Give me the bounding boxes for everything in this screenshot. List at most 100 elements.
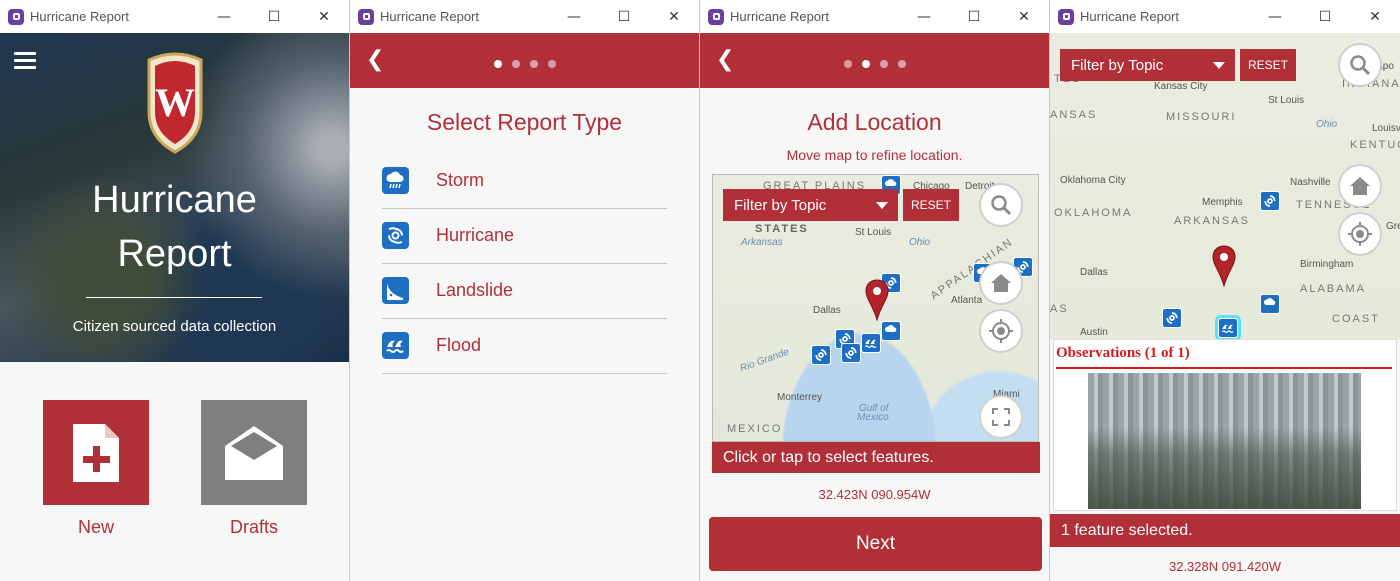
new-document-icon xyxy=(73,423,119,482)
filter-label: Filter by Topic xyxy=(734,196,827,214)
university-crest-logo: W xyxy=(147,52,203,154)
location-pin-icon[interactable] xyxy=(1212,245,1236,287)
hurricane-marker[interactable] xyxy=(811,345,831,365)
location-map[interactable]: GREAT PLAINS Chicago Detroit STATES St L… xyxy=(712,174,1039,442)
coordinates-readout: 32.423N 090.954W xyxy=(818,487,931,502)
hurricane-marker[interactable] xyxy=(1260,191,1280,211)
search-button[interactable] xyxy=(1338,43,1382,87)
close-button[interactable]: ✕ xyxy=(299,9,349,25)
search-button[interactable] xyxy=(979,183,1023,227)
app-icon xyxy=(358,8,374,25)
search-icon xyxy=(991,195,1012,216)
flood-icon xyxy=(382,332,409,359)
report-type-landslide[interactable]: Landslide xyxy=(382,264,667,319)
fullscreen-button[interactable] xyxy=(979,395,1023,439)
minimize-button[interactable]: — xyxy=(1250,9,1300,25)
page-dot-3 xyxy=(879,60,888,68)
observation-popup: Observations (1 of 1) xyxy=(1053,339,1397,511)
hero-divider xyxy=(86,297,262,298)
hero-banner: W Hurricane Report Citizen sourced data … xyxy=(0,33,349,362)
close-button[interactable]: ✕ xyxy=(999,9,1049,25)
page-dot-3 xyxy=(529,60,538,68)
close-button[interactable]: ✕ xyxy=(649,9,699,25)
maximize-button[interactable]: ☐ xyxy=(249,9,299,25)
next-button[interactable]: Next xyxy=(709,517,1042,571)
report-type-storm[interactable]: Storm xyxy=(382,154,667,209)
hurricane-marker[interactable] xyxy=(841,343,861,363)
filter-by-topic-dropdown[interactable]: Filter by Topic xyxy=(723,189,898,221)
hamburger-menu-icon[interactable] xyxy=(14,52,36,73)
map-label: Gre xyxy=(1386,221,1400,232)
filter-by-topic-dropdown[interactable]: Filter by Topic xyxy=(1060,49,1235,81)
page-indicator xyxy=(700,55,1049,73)
window-title: Hurricane Report xyxy=(730,9,829,24)
title-bar: Hurricane Report — ☐ ✕ xyxy=(700,0,1049,33)
home-extent-button[interactable] xyxy=(1338,164,1382,208)
chevron-down-icon xyxy=(1213,62,1225,69)
drafts-label: Drafts xyxy=(229,517,278,537)
flood-marker[interactable] xyxy=(861,333,881,353)
popup-divider xyxy=(1056,367,1392,369)
search-icon xyxy=(1350,55,1371,76)
storm-icon xyxy=(382,167,409,194)
report-type-flood[interactable]: Flood xyxy=(382,319,667,374)
storm-marker[interactable] xyxy=(1260,294,1280,314)
selected-flood-marker[interactable] xyxy=(1218,318,1238,338)
maximize-button[interactable]: ☐ xyxy=(949,9,999,25)
map-label: MEXICO xyxy=(727,423,783,435)
window-title: Hurricane Report xyxy=(380,9,479,24)
drafts-button[interactable] xyxy=(201,400,307,505)
app-icon xyxy=(708,8,724,25)
envelope-open-icon xyxy=(225,425,283,480)
map-label: Rio Grande xyxy=(738,346,791,375)
map-label: ARKANSAS xyxy=(1174,215,1250,227)
home-icon xyxy=(1350,177,1370,195)
page-dot-4 xyxy=(897,60,906,68)
reset-button[interactable]: RESET xyxy=(903,189,959,221)
title-bar: Hurricane Report — ☐ ✕ xyxy=(0,0,349,33)
hero-title-line1: Hurricane xyxy=(92,179,257,221)
map-status-bar: Click or tap to select features. xyxy=(712,442,1040,473)
minimize-button[interactable]: — xyxy=(549,9,599,25)
title-bar: Hurricane Report — ☐ ✕ xyxy=(1050,0,1400,33)
locate-button[interactable] xyxy=(1338,212,1382,256)
map-label: MISSOURI xyxy=(1166,111,1237,123)
hero-title-line2: Report xyxy=(117,233,232,275)
minimize-button[interactable]: — xyxy=(199,9,249,25)
report-type-hurricane[interactable]: Hurricane xyxy=(382,209,667,264)
close-button[interactable]: ✕ xyxy=(1350,9,1400,25)
filter-label: Filter by Topic xyxy=(1071,56,1164,74)
storm-marker[interactable] xyxy=(881,321,901,341)
locate-button[interactable] xyxy=(979,309,1023,353)
map-label: Louisvi xyxy=(1372,123,1400,134)
maximize-button[interactable]: ☐ xyxy=(599,9,649,25)
map-label: OKLAHOMA xyxy=(1054,207,1133,219)
hurricane-icon xyxy=(382,222,409,249)
app-icon xyxy=(8,8,24,25)
map-label: Kansas City xyxy=(1154,81,1208,92)
new-label: New xyxy=(77,517,114,537)
map-label: St Louis xyxy=(1268,95,1305,106)
map-label: Birmingham xyxy=(1300,259,1354,270)
add-location-heading: Add Location xyxy=(807,109,942,135)
reset-button[interactable]: RESET xyxy=(1240,49,1296,81)
maximize-button[interactable]: ☐ xyxy=(1300,9,1350,25)
minimize-button[interactable]: — xyxy=(899,9,949,25)
results-map[interactable]: Indianapo Kansas City St Louis INDIANA T… xyxy=(1050,33,1400,339)
hurricane-marker[interactable] xyxy=(1162,308,1182,328)
crosshair-icon xyxy=(1348,222,1372,246)
coordinates-readout: 32.328N 091.420W xyxy=(1168,559,1282,574)
report-type-heading: Select Report Type xyxy=(426,109,623,135)
report-type-label: Storm xyxy=(436,170,485,190)
page-dot-1 xyxy=(493,60,502,68)
new-report-button[interactable] xyxy=(43,400,149,505)
crosshair-icon xyxy=(989,319,1013,343)
home-extent-button[interactable] xyxy=(979,261,1023,305)
popup-title: Observations (1 of 1) xyxy=(1056,345,1190,361)
map-label: Arkansas xyxy=(741,237,783,248)
location-pin-icon[interactable] xyxy=(865,279,889,321)
selection-status-bar: 1 feature selected. xyxy=(1050,514,1400,547)
home-window: Hurricane Report — ☐ ✕ W Hurricane Repor… xyxy=(0,0,349,581)
observation-photo[interactable] xyxy=(1088,373,1361,509)
map-label: Atlanta xyxy=(951,295,983,306)
